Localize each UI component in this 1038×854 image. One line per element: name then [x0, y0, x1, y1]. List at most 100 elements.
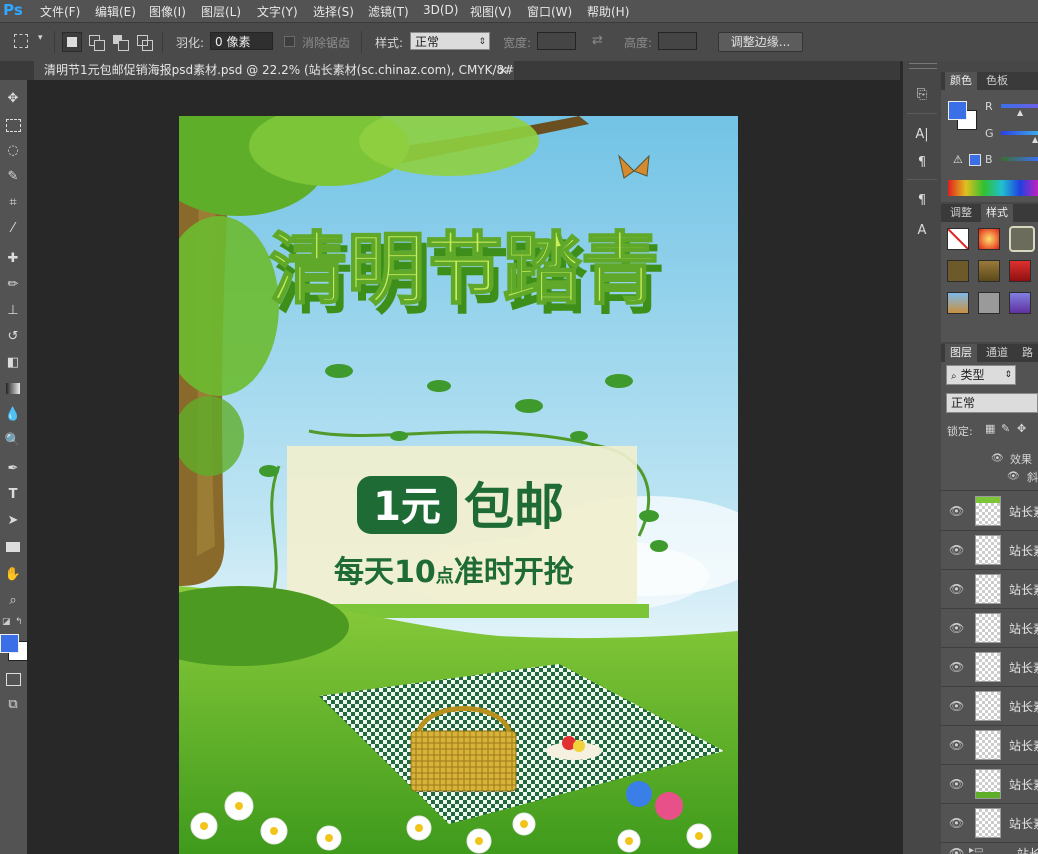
- paragraph-styles-icon[interactable]: ¶: [912, 191, 932, 211]
- menu-file[interactable]: 文件(F): [40, 3, 80, 20]
- eye-icon[interactable]: 👁: [949, 543, 964, 557]
- menu-window[interactable]: 窗口(W): [527, 3, 572, 20]
- tab-styles[interactable]: 样式: [981, 204, 1013, 222]
- eye-icon[interactable]: 👁: [949, 777, 964, 791]
- new-selection-button[interactable]: [62, 32, 82, 52]
- menu-layer[interactable]: 图层(L): [201, 3, 241, 20]
- gamut-warning-icon[interactable]: ⚠: [953, 153, 963, 166]
- add-selection-button[interactable]: [86, 32, 106, 52]
- eyedropper-tool-icon[interactable]: ⁄: [3, 219, 23, 239]
- clone-stamp-tool-icon[interactable]: ⊥: [3, 301, 23, 321]
- layer-row[interactable]: 👁 站长素: [941, 531, 1038, 570]
- intersect-selection-button[interactable]: [134, 32, 154, 52]
- menu-help[interactable]: 帮助(H): [587, 3, 629, 20]
- eye-icon[interactable]: 👁: [949, 816, 964, 830]
- height-input[interactable]: [658, 32, 697, 50]
- menu-3d[interactable]: 3D(D): [423, 3, 458, 17]
- blend-mode-select[interactable]: 正常: [946, 393, 1038, 413]
- history-brush-tool-icon[interactable]: ↺: [3, 327, 23, 347]
- character-styles-icon[interactable]: A: [912, 221, 932, 241]
- swap-colors-icon[interactable]: ↰: [15, 617, 23, 627]
- layer-group-row[interactable]: 👁 ▸▭ 站长: [941, 843, 1038, 854]
- foreground-color-chip[interactable]: [948, 101, 967, 120]
- brush-tool-icon[interactable]: ✏: [3, 275, 23, 295]
- zoom-tool-icon[interactable]: ⌕: [3, 591, 23, 611]
- lock-pixels-icon[interactable]: ✎: [1001, 422, 1010, 435]
- eye-icon[interactable]: 👁: [949, 846, 964, 854]
- lock-position-icon[interactable]: ✥: [1017, 422, 1026, 435]
- tab-paths[interactable]: 路: [1017, 344, 1038, 362]
- slider-handle-icon[interactable]: ▲: [1017, 108, 1023, 117]
- healing-brush-tool-icon[interactable]: ✚: [3, 249, 23, 269]
- layer-row[interactable]: 👁 站长素: [941, 648, 1038, 687]
- tab-channels[interactable]: 通道: [981, 344, 1013, 362]
- menu-select[interactable]: 选择(S): [313, 3, 354, 20]
- history-panel-icon[interactable]: ⎘: [912, 85, 932, 105]
- channel-b-slider[interactable]: [1001, 157, 1038, 161]
- layer-filter-select[interactable]: ⌕ 类型 ⇕: [946, 365, 1016, 385]
- eye-icon[interactable]: 👁: [949, 699, 964, 713]
- menu-edit[interactable]: 编辑(E): [95, 3, 136, 20]
- character-panel-icon[interactable]: A|: [912, 125, 932, 145]
- tab-adjustments[interactable]: 调整: [945, 204, 977, 222]
- subtract-selection-button[interactable]: [110, 32, 130, 52]
- paragraph-panel-icon[interactable]: ¶: [912, 153, 932, 173]
- tab-layers[interactable]: 图层: [945, 344, 977, 362]
- layer-row[interactable]: 👁 站长素: [941, 609, 1038, 648]
- layer-effects-row[interactable]: 👁 效果 👁 斜: [941, 445, 1038, 491]
- move-tool-icon[interactable]: ✥: [3, 89, 23, 109]
- width-input[interactable]: [537, 32, 576, 50]
- gamut-color-chip[interactable]: [969, 154, 981, 166]
- layer-row[interactable]: 👁 站长素: [941, 492, 1038, 531]
- hand-tool-icon[interactable]: ✋: [3, 565, 23, 585]
- screen-mode-icon[interactable]: ⧉: [3, 695, 23, 715]
- path-select-tool-icon[interactable]: ➤: [3, 511, 23, 531]
- style-swatch-selected[interactable]: [1009, 226, 1035, 252]
- menu-image[interactable]: 图像(I): [149, 3, 186, 20]
- swap-icon[interactable]: ⇄: [592, 33, 603, 48]
- type-tool-icon[interactable]: T: [3, 485, 23, 505]
- shape-tool-icon[interactable]: [3, 537, 23, 557]
- feather-input[interactable]: 0 像素: [210, 32, 273, 50]
- style-swatch[interactable]: [1009, 292, 1031, 314]
- antialias-checkbox[interactable]: [284, 36, 295, 47]
- eye-icon[interactable]: 👁: [991, 453, 1004, 464]
- style-swatch[interactable]: [978, 260, 1000, 282]
- refine-edge-button[interactable]: 调整边缘...: [718, 32, 803, 52]
- quick-mask-icon[interactable]: [3, 669, 23, 689]
- style-swatch[interactable]: [947, 260, 969, 282]
- style-swatch[interactable]: [978, 292, 1000, 314]
- layer-row[interactable]: 👁 站长素: [941, 687, 1038, 726]
- document-tab[interactable]: 清明节1元包邮促销海报psd素材.psd @ 22.2% (站长素材(sc.ch…: [34, 61, 514, 80]
- chevron-down-icon[interactable]: ▾: [38, 33, 43, 43]
- layer-row[interactable]: 👁 站长素: [941, 570, 1038, 609]
- default-colors-icon[interactable]: ◪: [2, 617, 11, 627]
- layer-row[interactable]: 👁 站长素: [941, 804, 1038, 843]
- eye-icon[interactable]: 👁: [949, 738, 964, 752]
- gradient-tool-icon[interactable]: [3, 379, 23, 399]
- eye-icon[interactable]: 👁: [949, 582, 964, 596]
- style-swatch[interactable]: [978, 228, 1000, 250]
- tab-color[interactable]: 颜色: [945, 72, 977, 90]
- dodge-tool-icon[interactable]: 🔍: [3, 431, 23, 451]
- lock-transparent-icon[interactable]: ▦: [985, 422, 995, 435]
- eye-icon[interactable]: 👁: [949, 660, 964, 674]
- menu-view[interactable]: 视图(V): [470, 3, 512, 20]
- menu-filter[interactable]: 滤镜(T): [368, 3, 409, 20]
- eye-icon[interactable]: 👁: [1007, 471, 1020, 482]
- style-swatch[interactable]: [1009, 260, 1031, 282]
- crop-tool-icon[interactable]: ⌗: [3, 193, 23, 213]
- lasso-tool-icon[interactable]: ◌: [3, 141, 23, 161]
- eraser-tool-icon[interactable]: ◧: [3, 353, 23, 373]
- layer-row[interactable]: 👁 站长素: [941, 726, 1038, 765]
- marquee-tool-icon[interactable]: [3, 115, 23, 135]
- quick-select-tool-icon[interactable]: ✎: [3, 167, 23, 187]
- rect-marquee-preset-icon[interactable]: [14, 34, 28, 48]
- layer-row[interactable]: 👁 站长素: [941, 765, 1038, 804]
- slider-handle-icon[interactable]: ▲: [1032, 135, 1038, 144]
- tab-swatches[interactable]: 色板: [981, 72, 1013, 90]
- pen-tool-icon[interactable]: ✒: [3, 459, 23, 479]
- eye-icon[interactable]: 👁: [949, 621, 964, 635]
- style-swatch[interactable]: [947, 292, 969, 314]
- style-select[interactable]: 正常 ⇕: [410, 32, 490, 50]
